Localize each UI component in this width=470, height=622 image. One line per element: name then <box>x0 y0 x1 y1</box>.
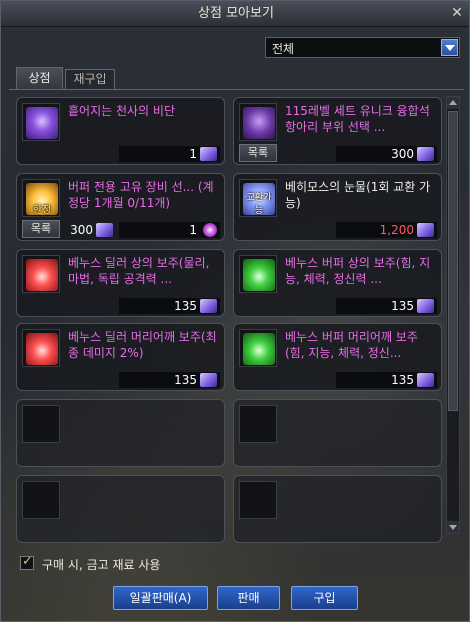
currency-icon <box>200 147 217 161</box>
orb-currency-icon <box>203 223 217 237</box>
item-name: 베누스 딜러 머리어깨 보주(최종 데미지 2%) <box>68 330 217 360</box>
shop-item-card[interactable]: 한정 목록 300 버퍼 전용 고유 장비 선... (계정당 1개월 0/11… <box>16 173 225 241</box>
use-vault-materials-label: 구매 시, 금고 재료 사용 <box>42 558 161 572</box>
item-price: 300 <box>391 147 414 161</box>
item-secondary-price: 300 <box>70 223 93 237</box>
secondary-price: 300 <box>68 222 113 238</box>
empty-item-slot-card <box>233 399 442 467</box>
venus-dealer-top-orb-icon <box>26 259 58 291</box>
item-name: 베히모스의 눈물(1회 교환 가능) <box>285 180 431 210</box>
venus-buffer-top-orb-icon <box>243 259 275 291</box>
empty-item-slot-card <box>233 475 442 543</box>
item-name: 흩어지는 천사의 비단 <box>68 104 175 118</box>
shop-item-card[interactable]: 흩어지는 천사의 비단 1 <box>16 97 225 165</box>
empty-item-slot <box>22 405 60 443</box>
shop-item-card[interactable]: 교환가능 베히모스의 눈물(1회 교환 가능) 1,200 <box>233 173 442 241</box>
price-box: 1,200 <box>336 222 437 238</box>
item-price: 135 <box>174 373 197 387</box>
category-filter-dropdown[interactable]: 전체 <box>265 37 460 58</box>
title-bar[interactable]: 상점 모아보기 ✕ <box>1 1 469 27</box>
window-title: 상점 모아보기 <box>198 6 274 21</box>
venus-buffer-shoulder-orb-icon <box>243 333 275 365</box>
list-button[interactable]: 목록 <box>22 220 60 238</box>
tab-shop[interactable]: 상점 <box>16 67 63 89</box>
shop-item-card[interactable]: 목록 115레벨 세트 유니크 융합석 항아리 부위 선택 ... 300 <box>233 97 442 165</box>
item-slot[interactable] <box>239 255 277 293</box>
chevron-down-icon[interactable] <box>441 39 458 56</box>
item-name: 베누스 딜러 상의 보주(물리, 마법, 독립 공격력 ... <box>68 256 210 286</box>
bulk-sell-button[interactable]: 일괄판매(A) <box>113 586 208 610</box>
use-vault-materials-checkbox[interactable] <box>20 554 34 570</box>
item-slot[interactable]: 교환가능 <box>239 179 277 217</box>
close-button[interactable]: ✕ <box>449 5 465 21</box>
close-icon: ✕ <box>451 5 463 21</box>
item-slot[interactable] <box>22 255 60 293</box>
currency-icon <box>417 373 434 387</box>
empty-item-slot-card <box>16 399 225 467</box>
tab-repurchase[interactable]: 재구입 <box>65 69 115 89</box>
item-price: 1 <box>189 223 197 237</box>
price-box: 135 <box>336 372 437 388</box>
venus-dealer-shoulder-orb-icon <box>26 333 58 365</box>
buffer-equipment-chest-icon: 한정 <box>26 183 58 216</box>
buy-button[interactable]: 구입 <box>291 586 358 610</box>
item-price: 135 <box>391 299 414 313</box>
limited-label: 한정 <box>32 205 52 216</box>
price-box: 135 <box>336 298 437 314</box>
currency-icon <box>417 223 434 237</box>
scroll-down-icon[interactable] <box>447 521 459 533</box>
item-name: 베누스 버퍼 상의 보주(힘, 지능, 체력, 정신력 ... <box>285 256 431 286</box>
shop-item-card[interactable]: 베누스 딜러 상의 보주(물리, 마법, 독립 공격력 ... 135 <box>16 249 225 317</box>
empty-item-slot <box>239 481 277 519</box>
currency-icon <box>200 299 217 313</box>
exchangeable-label: 교환가능 <box>246 193 272 216</box>
item-slot[interactable] <box>239 103 277 141</box>
shop-item-card[interactable]: 베누스 버퍼 상의 보주(힘, 지능, 체력, 정신력 ... 135 <box>233 249 442 317</box>
sell-button[interactable]: 판매 <box>217 586 280 610</box>
item-slot[interactable]: 한정 <box>22 179 60 217</box>
item-slot[interactable] <box>22 103 60 141</box>
filter-value: 전체 <box>272 42 295 56</box>
item-slot[interactable] <box>239 329 277 367</box>
list-button[interactable]: 목록 <box>239 144 277 162</box>
item-price: 1,200 <box>379 223 414 237</box>
shop-item-card[interactable]: 베누스 버퍼 머리어깨 보주(힘, 지능, 체력, 정신... 135 <box>233 323 442 391</box>
item-price: 1 <box>189 147 197 161</box>
empty-item-slot <box>22 481 60 519</box>
price-box: 135 <box>119 298 220 314</box>
currency-icon <box>200 373 217 387</box>
empty-item-slot-card <box>16 475 225 543</box>
shop-window: 상점 모아보기 ✕ 전체 상점 재구입 흩어지는 천사의 비단 1 목록 115… <box>0 0 470 622</box>
scroll-up-icon[interactable] <box>447 97 459 109</box>
angel-silk-icon <box>26 107 58 139</box>
item-slot[interactable] <box>22 329 60 367</box>
item-price: 135 <box>391 373 414 387</box>
price-box: 300 <box>336 146 437 162</box>
currency-icon <box>417 299 434 313</box>
currency-icon <box>96 223 113 237</box>
fusion-stone-jar-icon <box>243 107 275 139</box>
item-name: 115레벨 세트 유니크 융합석 항아리 부위 선택 ... <box>285 104 430 134</box>
price-box: 1 <box>119 222 220 238</box>
shop-item-card[interactable]: 베누스 딜러 머리어깨 보주(최종 데미지 2%) 135 <box>16 323 225 391</box>
currency-icon <box>417 147 434 161</box>
item-price: 135 <box>174 299 197 313</box>
item-name: 버퍼 전용 고유 장비 선... (계정당 1개월 0/11개) <box>68 180 214 210</box>
price-box: 135 <box>119 372 220 388</box>
behemoth-tear-icon: 교환가능 <box>243 183 275 216</box>
item-name: 베누스 버퍼 머리어깨 보주(힘, 지능, 체력, 정신... <box>285 330 418 360</box>
empty-item-slot <box>239 405 277 443</box>
scroll-thumb[interactable] <box>448 111 458 411</box>
price-box: 1 <box>119 146 220 162</box>
scrollbar[interactable] <box>446 96 460 534</box>
